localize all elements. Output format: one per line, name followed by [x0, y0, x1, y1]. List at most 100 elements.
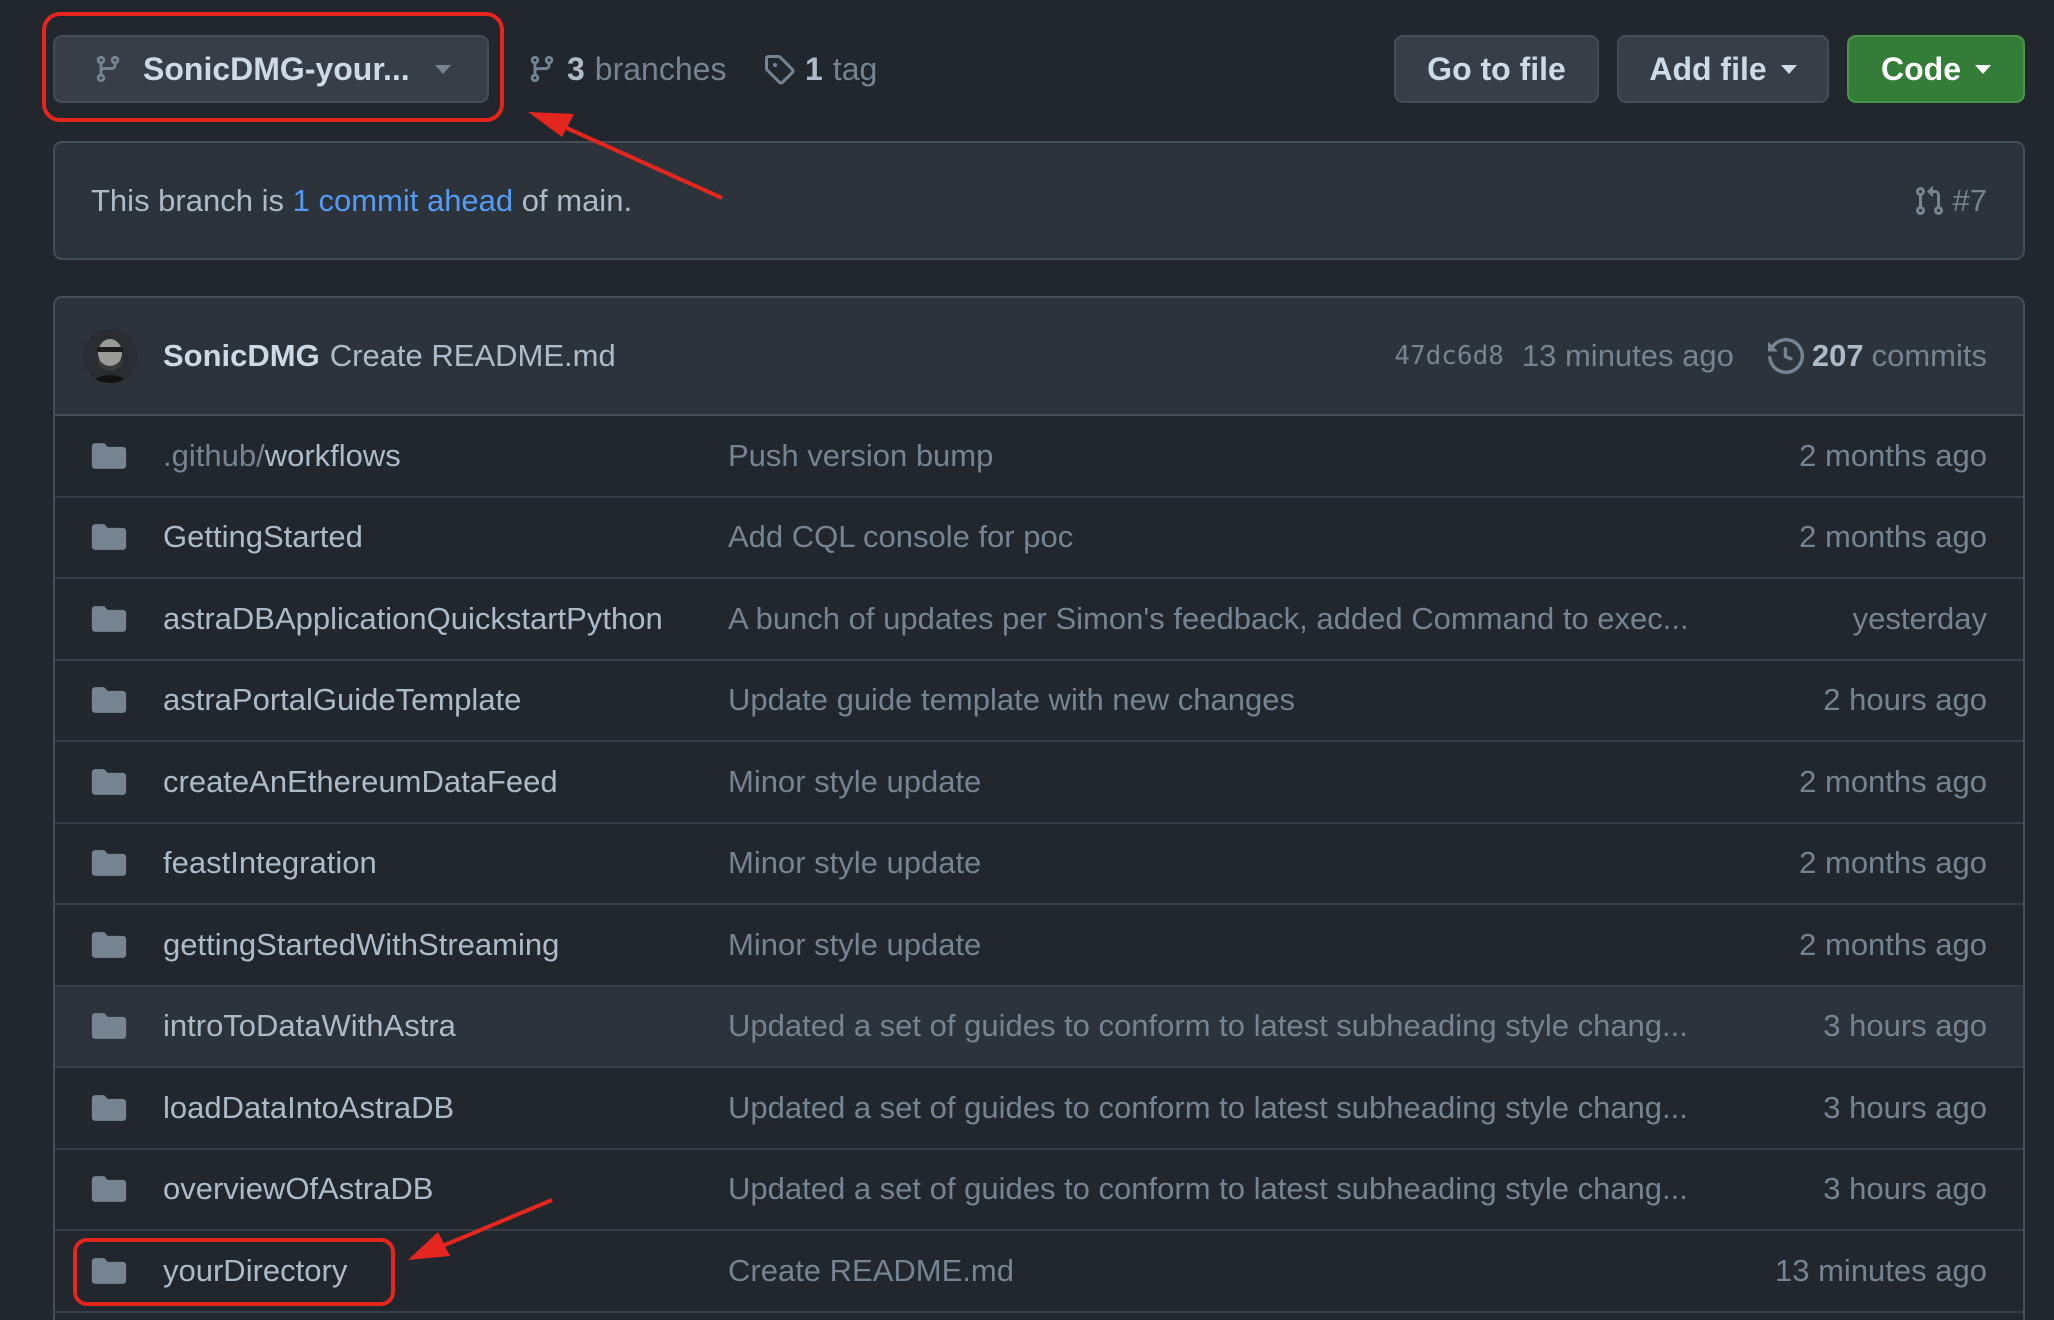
file-age: 2 months ago	[1799, 763, 1987, 799]
file-name[interactable]: yourDirectory	[163, 1253, 347, 1288]
file-age: 3 hours ago	[1823, 1171, 1987, 1207]
branch-selector-button[interactable]: SonicDMG-your...	[53, 35, 489, 103]
folder-icon	[91, 767, 127, 797]
file-name-prefix[interactable]: .github/	[163, 438, 265, 473]
tag-icon	[763, 53, 795, 85]
file-row[interactable]: .github/workflows Push version bump 2 mont…	[55, 416, 2023, 498]
tags-label: tag	[832, 50, 878, 87]
file-commit-message[interactable]: Minor style update	[728, 845, 1728, 881]
file-name[interactable]: GettingStarted	[163, 519, 363, 554]
file-name-link[interactable]: overviewOfAstraDB	[163, 1171, 433, 1207]
pull-request-number: #7	[1952, 182, 1987, 218]
file-row[interactable]: GettingStarted Add CQL console for poc 2 m…	[55, 498, 2023, 579]
file-age: 13 minutes ago	[1775, 1252, 1987, 1288]
git-branch-icon	[527, 53, 557, 85]
folder-icon	[91, 848, 127, 878]
file-age: 2 months ago	[1799, 519, 1987, 555]
go-to-file-button[interactable]: Go to file	[1394, 35, 1599, 103]
file-name[interactable]: workflows	[265, 438, 401, 473]
file-name[interactable]: astraDBApplicationQuickstartPython	[163, 601, 663, 636]
file-row[interactable]: createAnEthereumDataFeed Minor style upda…	[55, 742, 2023, 824]
file-name-link[interactable]: introToDataWithAstra	[163, 1008, 456, 1044]
file-commit-message[interactable]: Updated a set of guides to conform to la…	[728, 1008, 1728, 1044]
file-commit-message[interactable]: Push version bump	[728, 438, 1728, 474]
file-list: SonicDMG Create README.md 47dc6d8 13 min…	[53, 296, 2025, 1320]
file-commit-message[interactable]: Updated a set of guides to conform to la…	[728, 1171, 1728, 1207]
file-row[interactable]: astraPortalGuideTemplate Update guide tem…	[55, 661, 2023, 742]
file-row[interactable]: feastIntegration Minor style update 2 mont…	[55, 824, 2023, 905]
file-name-link[interactable]: createAnEthereumDataFeed	[163, 764, 558, 800]
add-file-button[interactable]: Add file	[1617, 35, 1829, 103]
file-name[interactable]: gettingStartedWithStreaming	[163, 927, 559, 962]
file-age: 3 hours ago	[1823, 1008, 1987, 1044]
file-name[interactable]: overviewOfAstraDB	[163, 1171, 433, 1206]
commit-count: 207	[1811, 338, 1864, 373]
file-name-link[interactable]: astraPortalGuideTemplate	[163, 682, 521, 718]
latest-commit-bar: SonicDMG Create README.md 47dc6d8 13 min…	[55, 298, 2023, 416]
file-name[interactable]: feastIntegration	[163, 845, 377, 880]
file-age: 3 hours ago	[1823, 1089, 1987, 1125]
file-name[interactable]: introToDataWithAstra	[163, 1008, 456, 1043]
commit-sha[interactable]: 47dc6d8	[1394, 341, 1504, 371]
file-row[interactable]: overviewOfAstraDB Updated a set of guides…	[55, 1150, 2023, 1231]
file-name-link[interactable]: feastIntegration	[163, 845, 377, 881]
file-row[interactable]: introToDataWithAstra Updated a set of gui…	[55, 986, 2023, 1068]
file-commit-message[interactable]: Updated a set of guides to conform to la…	[728, 1090, 1728, 1126]
commit-message[interactable]: Create README.md	[330, 338, 616, 374]
file-row[interactable]: yourDirectory Create README.md 13 minutes …	[55, 1231, 2023, 1313]
file-commit-message[interactable]: A bunch of updates per Simon's feedback,…	[728, 601, 1728, 637]
commit-author[interactable]: SonicDMG	[163, 338, 320, 374]
file-name-link[interactable]: GettingStarted	[163, 519, 363, 555]
file-commit-message[interactable]: Minor style update	[728, 764, 1728, 800]
code-button[interactable]: Code	[1847, 35, 2025, 103]
branch-status-suffix: of main.	[521, 182, 633, 218]
folder-icon	[91, 1174, 127, 1204]
file-age: 2 hours ago	[1823, 682, 1987, 718]
file-commit-message[interactable]: Create README.md	[728, 1253, 1728, 1289]
file-name[interactable]: createAnEthereumDataFeed	[163, 764, 558, 799]
branch-name: SonicDMG-your...	[143, 50, 410, 87]
file-age: 2 months ago	[1799, 926, 1987, 962]
tags-count: 1	[805, 50, 823, 87]
avatar[interactable]	[83, 329, 137, 383]
file-row[interactable]: astraDBApplicationQuickstartPython A bunc…	[55, 579, 2023, 661]
file-name-link[interactable]: loadDataIntoAstraDB	[163, 1090, 454, 1126]
file-row[interactable]: gettingStartedWithStreaming Minor style u…	[55, 905, 2023, 987]
file-name-link[interactable]: yourDirectory	[163, 1253, 347, 1289]
file-commit-message[interactable]: Update guide template with new changes	[728, 682, 1728, 718]
go-to-file-label: Go to file	[1427, 50, 1566, 87]
code-label: Code	[1881, 50, 1961, 87]
file-row[interactable]: loadDataIntoAstraDB Updated a set of guid…	[55, 1068, 2023, 1150]
commits-label: commits	[1871, 338, 1987, 373]
file-name-link[interactable]: astraDBApplicationQuickstartPython	[163, 601, 663, 637]
file-name[interactable]: astraPortalGuideTemplate	[163, 682, 521, 717]
commit-history-link[interactable]: 207 commits	[1767, 338, 1987, 374]
folder-icon	[91, 604, 127, 634]
file-age: yesterday	[1852, 600, 1987, 636]
file-name-link[interactable]: gettingStartedWithStreaming	[163, 927, 559, 963]
commits-ahead-link[interactable]: 1 commit ahead	[293, 183, 514, 219]
file-name-link[interactable]: .github/workflows	[163, 438, 401, 474]
chevron-down-icon	[435, 64, 451, 74]
add-file-label: Add file	[1649, 50, 1767, 87]
git-pull-request-icon	[1913, 185, 1945, 217]
folder-icon	[91, 685, 127, 715]
folder-icon	[91, 1256, 127, 1286]
folder-icon	[91, 1093, 127, 1123]
folder-icon	[91, 1011, 127, 1041]
chevron-down-icon	[1975, 64, 1991, 74]
branch-status-prefix: This branch is	[91, 182, 284, 218]
file-commit-message[interactable]: Minor style update	[728, 927, 1728, 963]
branch-status-box: This branch is 1 commit ahead of main. #…	[53, 141, 2025, 260]
pull-request-link[interactable]: #7	[1913, 183, 1987, 219]
commit-time: 13 minutes ago	[1521, 338, 1734, 373]
tags-link[interactable]: 1 tag	[763, 35, 877, 103]
branches-label: branches	[594, 50, 727, 87]
folder-icon	[91, 441, 127, 471]
branches-link[interactable]: 3 branches	[527, 35, 726, 103]
file-age: 2 months ago	[1799, 437, 1987, 473]
file-commit-message[interactable]: Add CQL console for poc	[728, 519, 1728, 555]
history-icon	[1767, 338, 1804, 374]
branches-count: 3	[567, 50, 585, 87]
file-name[interactable]: loadDataIntoAstraDB	[163, 1090, 454, 1125]
